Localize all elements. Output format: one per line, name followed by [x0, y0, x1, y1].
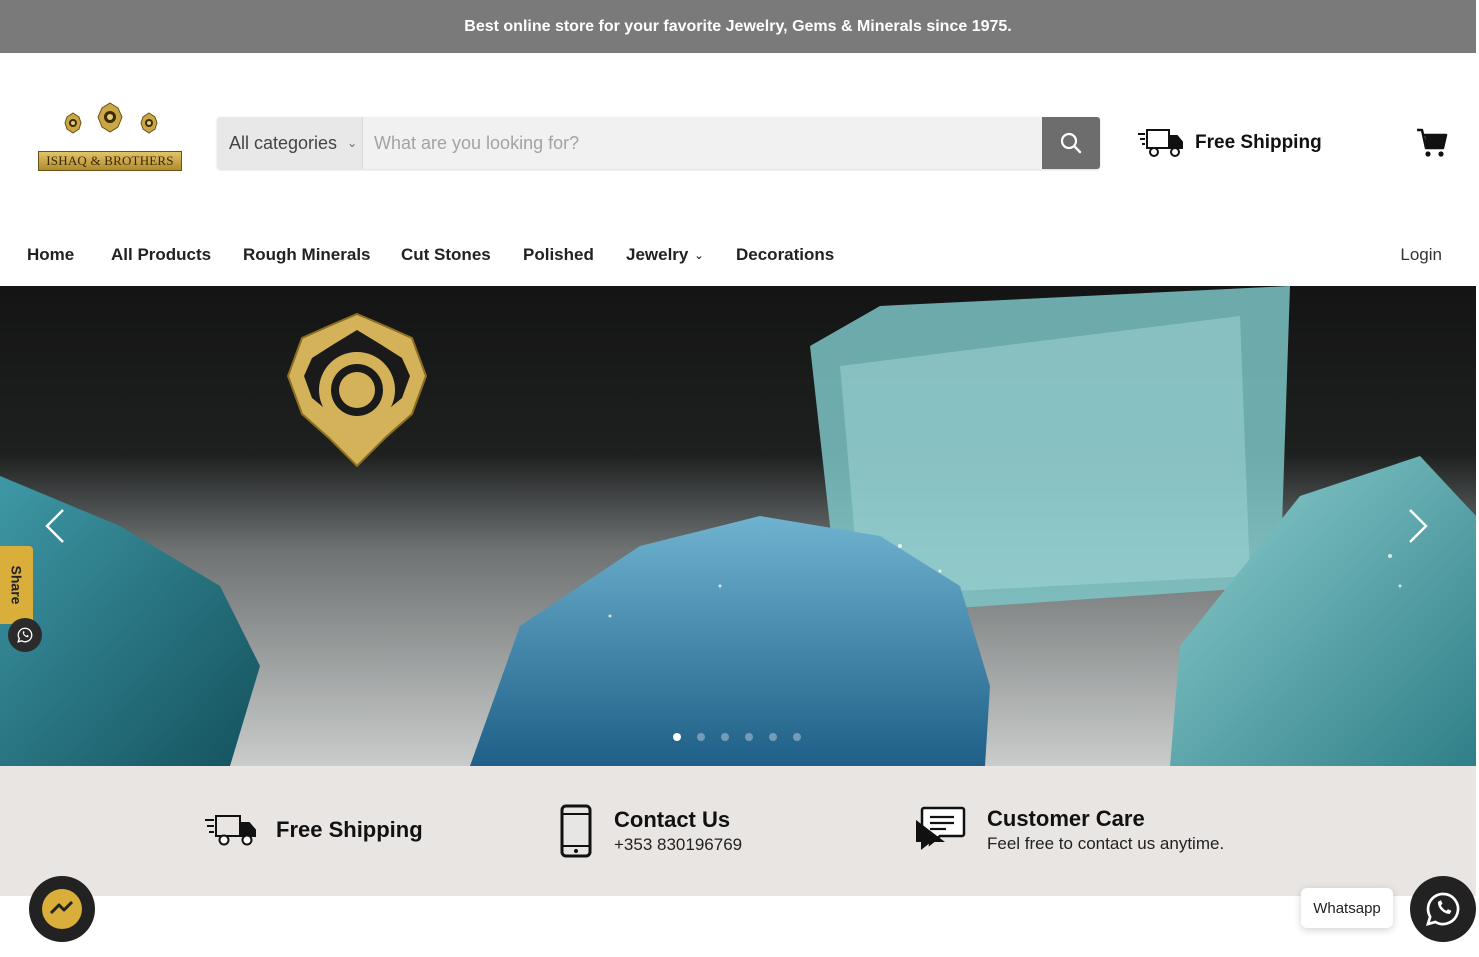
features-bar: Free Shipping Contact Us +353 830196769 …	[0, 766, 1476, 896]
slide-indicators	[673, 733, 801, 741]
header-shipping-label: Free Shipping	[1195, 132, 1322, 153]
whatsapp-icon	[1425, 892, 1460, 926]
feature-free-shipping: Free Shipping	[204, 812, 423, 848]
chat-bubble-icon	[916, 806, 966, 850]
slide-dot[interactable]	[793, 733, 801, 741]
feature-title: Contact Us	[614, 807, 731, 832]
share-tab[interactable]: Share	[0, 546, 33, 624]
share-whatsapp-button[interactable]	[8, 618, 42, 652]
nav-item-jewelry[interactable]: Jewelry ⌄	[626, 245, 704, 265]
slide-dot[interactable]	[721, 733, 729, 741]
slide-dot[interactable]	[697, 733, 705, 741]
nav-item-label: Home	[27, 245, 75, 264]
category-select-label: All categories	[229, 132, 338, 153]
announcement-bar: Best online store for your favorite Jewe…	[0, 0, 1476, 53]
header-shipping[interactable]: Free Shipping	[1137, 125, 1322, 161]
slide-dot[interactable]	[769, 733, 777, 741]
nav-item-label: All Products	[111, 245, 212, 264]
phone-icon	[560, 804, 592, 858]
feature-title: Customer Care	[987, 806, 1145, 831]
whatsapp-chat-button[interactable]	[1410, 876, 1476, 942]
announcement-text: Best online store for your favorite Jewe…	[464, 17, 1012, 35]
nav-item-rough-minerals[interactable]: Rough Minerals	[243, 245, 371, 265]
hero-slideshow[interactable]	[0, 286, 1476, 766]
search-bar: All categories ⌄	[217, 117, 1100, 169]
search-input[interactable]	[363, 117, 1042, 169]
delivery-truck-icon	[1138, 129, 1183, 157]
main-nav: Home All Products Rough Minerals Cut Sto…	[0, 233, 1476, 286]
chevron-down-icon: ⌄	[347, 136, 358, 150]
nav-item-decorations[interactable]: Decorations	[736, 245, 834, 265]
hero-image	[0, 286, 1476, 766]
chevron-down-icon: ⌄	[694, 249, 704, 262]
next-slide-arrow[interactable]	[1407, 508, 1429, 544]
whatsapp-icon	[17, 627, 33, 643]
slide-dot[interactable]	[745, 733, 753, 741]
previous-slide-arrow[interactable]	[44, 508, 66, 544]
brand-logo[interactable]: ISHAQ & BROTHERS	[36, 101, 184, 175]
share-label: Share	[8, 565, 25, 605]
logo-wordmark: ISHAQ & BROTHERS	[38, 151, 182, 171]
whatsapp-label[interactable]: Whatsapp	[1301, 888, 1393, 928]
feature-customer-care: Customer Care Feel free to contact us an…	[914, 806, 1224, 854]
search-icon	[1060, 132, 1082, 154]
feature-title: Free Shipping	[276, 817, 423, 842]
contact-phone-number[interactable]: +353 830196769	[614, 835, 742, 855]
nav-item-label: Polished	[523, 245, 594, 264]
nav-item-label: Decorations	[736, 245, 835, 264]
cart-icon	[1417, 128, 1448, 157]
nav-item-label: Rough Minerals	[243, 245, 371, 264]
nav-item-all-products[interactable]: All Products	[111, 245, 211, 265]
delivery-truck-icon	[205, 815, 256, 846]
messenger-icon	[42, 889, 82, 929]
messenger-chat-button[interactable]	[29, 876, 95, 942]
nav-item-polished[interactable]: Polished	[523, 245, 594, 265]
cart-button[interactable]	[1416, 127, 1448, 159]
nav-item-home[interactable]: Home	[27, 245, 74, 265]
logo-emblem-icon	[64, 102, 158, 134]
nav-item-cut-stones[interactable]: Cut Stones	[401, 245, 491, 265]
site-header: ISHAQ & BROTHERS All categories ⌄ Free S…	[0, 53, 1476, 233]
search-button[interactable]	[1042, 117, 1100, 169]
nav-item-label: Jewelry	[626, 245, 689, 264]
login-link[interactable]: Login	[1400, 245, 1442, 265]
feature-contact-us: Contact Us +353 830196769	[560, 804, 742, 858]
category-select[interactable]: All categories ⌄	[217, 117, 363, 169]
nav-item-label: Cut Stones	[401, 245, 491, 264]
feature-subtitle: Feel free to contact us anytime.	[987, 834, 1225, 853]
slide-dot[interactable]	[673, 733, 681, 741]
